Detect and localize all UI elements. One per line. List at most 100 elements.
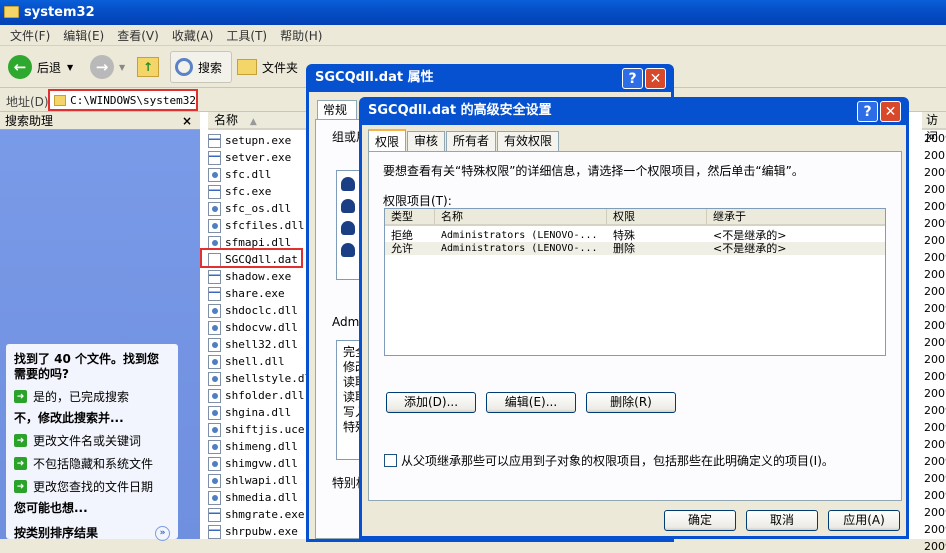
file-row[interactable]: shell32.dll <box>208 336 298 353</box>
tab-permissions[interactable]: 权限 <box>368 129 407 151</box>
permission-entries-list[interactable]: 类型 名称 权限 继承于 拒绝 Administrators (LENOVO-.… <box>384 208 886 356</box>
properties-title: SGCQdll.dat 属性 <box>315 70 434 85</box>
date-cell: 2009 <box>924 438 946 451</box>
file-name: shmedia.dll <box>225 491 298 504</box>
file-row[interactable]: shmedia.dll <box>208 489 298 506</box>
explorer-title-bar: system32 <box>0 0 946 25</box>
menu-help[interactable]: 帮助(H) <box>280 27 322 44</box>
file-row[interactable]: sfc_os.dll <box>208 200 291 217</box>
apply-button[interactable]: 应用(A) <box>828 510 900 531</box>
menu-bar: 文件(F) 编辑(E) 查看(V) 收藏(A) 工具(T) 帮助(H) <box>0 25 946 46</box>
option-change-name[interactable]: ➜ 更改文件名或关键词 <box>14 432 170 449</box>
file-name: shrpubw.exe <box>225 525 298 538</box>
inherit-checkbox[interactable] <box>384 454 397 467</box>
exe-file-icon <box>208 286 221 301</box>
menu-view[interactable]: 查看(V) <box>117 27 159 44</box>
dll-file-icon <box>208 337 221 352</box>
maybe-heading: 您可能也想... <box>14 501 88 515</box>
help-icon[interactable]: ? <box>857 101 878 122</box>
permission-row[interactable]: 拒绝 Administrators (LENOVO-... 特殊 <不是继承的> <box>385 229 885 242</box>
close-icon[interactable]: × <box>182 112 192 130</box>
file-row[interactable]: shiftjis.uce <box>208 421 304 438</box>
file-row[interactable]: shlwapi.dll <box>208 472 298 489</box>
option-change-date[interactable]: ➜ 更改您查找的文件日期 <box>14 478 170 495</box>
file-name: shmgrate.exe <box>225 508 305 521</box>
menu-tools[interactable]: 工具(T) <box>226 27 267 44</box>
dll-file-icon <box>208 167 221 182</box>
file-row[interactable]: sfc.exe <box>208 183 271 200</box>
file-name: shell.dll <box>225 355 285 368</box>
up-folder-button[interactable]: ↑ <box>137 51 159 83</box>
dll-file-icon <box>208 473 221 488</box>
date-cell: 2009 <box>924 523 946 536</box>
entries-label: 权限项目(T): <box>383 194 452 208</box>
file-row[interactable]: shdocvw.dll <box>208 319 298 336</box>
file-row[interactable]: setupn.exe <box>208 132 291 149</box>
file-row[interactable]: sfcfiles.dll <box>208 217 304 234</box>
option-exclude-hidden[interactable]: ➜ 不包括隐藏和系统文件 <box>14 455 170 472</box>
file-row[interactable]: setver.exe <box>208 149 291 166</box>
cell-name: Administrators (LENOVO-... <box>441 243 598 254</box>
menu-edit[interactable]: 编辑(E) <box>63 27 104 44</box>
file-row[interactable]: shimgvw.dll <box>208 455 298 472</box>
column-header-access[interactable]: 访问 <box>922 112 946 144</box>
tab-general[interactable]: 常规 <box>317 100 357 120</box>
file-row[interactable]: shadow.exe <box>208 268 291 285</box>
remove-button[interactable]: 删除(R) <box>586 392 676 413</box>
tab-auditing[interactable]: 审核 <box>407 131 446 151</box>
file-row[interactable]: shrpubw.exe <box>208 523 298 540</box>
info-text: 要想查看有关“特殊权限”的详细信息，请选择一个权限项目，然后单击“编辑”。 <box>383 164 804 178</box>
file-row[interactable]: shgina.dll <box>208 404 291 421</box>
permission-row[interactable]: 允许 Administrators (LENOVO-... 删除 <不是继承的> <box>385 242 885 255</box>
menu-favorites[interactable]: 收藏(A) <box>172 27 214 44</box>
folders-icon <box>237 59 257 75</box>
column-header-permission[interactable]: 权限 <box>607 209 707 224</box>
date-cell: 2007 <box>924 183 946 196</box>
back-button[interactable]: ← 后退 ▼ <box>8 51 73 83</box>
date-cell: 2009 <box>924 319 946 332</box>
column-header-type[interactable]: 类型 <box>385 209 435 224</box>
menu-file[interactable]: 文件(F) <box>10 27 50 44</box>
cell-permission: 删除 <box>613 242 635 255</box>
chevron-down-icon[interactable]: ▼ <box>119 63 125 72</box>
cancel-button[interactable]: 取消 <box>746 510 818 531</box>
column-header-name[interactable]: 名称 <box>435 209 607 224</box>
file-row[interactable]: shdoclc.dll <box>208 302 298 319</box>
tab-owner[interactable]: 所有者 <box>446 131 497 151</box>
add-button[interactable]: 添加(D)... <box>386 392 476 413</box>
address-input[interactable]: C:\WINDOWS\system32 <box>48 89 198 111</box>
forward-arrow-icon: → <box>90 55 114 79</box>
help-icon[interactable]: ? <box>622 68 643 89</box>
yes-done-link[interactable]: ➜ 是的，已完成搜索 <box>14 388 170 405</box>
edit-button[interactable]: 编辑(E)... <box>486 392 576 413</box>
refine-heading: 不，修改此搜索并... <box>14 411 124 425</box>
file-row[interactable]: shell.dll <box>208 353 285 370</box>
column-header-name[interactable]: 名称 ▲ <box>208 112 313 130</box>
file-row[interactable]: share.exe <box>208 285 285 302</box>
date-cell: 2009 <box>924 251 946 264</box>
search-button[interactable]: 搜索 <box>170 51 232 83</box>
forward-button[interactable]: → ▼ <box>90 51 125 83</box>
file-name: sfcfiles.dll <box>225 219 305 232</box>
close-icon[interactable]: ✕ <box>880 101 901 122</box>
folder-icon <box>4 6 19 18</box>
tab-effective-permissions[interactable]: 有效权限 <box>497 131 560 151</box>
file-name: sfc.dll <box>225 168 272 181</box>
inherit-checkbox-row[interactable]: 从父项继承那些可以应用到子对象的权限项目，包括那些在此明确定义的项目(I)。 <box>384 452 834 469</box>
file-row[interactable]: shellstyle.dll <box>208 370 318 387</box>
date-cell: 2009 <box>924 200 946 213</box>
dll-file-icon <box>208 439 221 454</box>
file-row[interactable]: sfc.dll <box>208 166 271 183</box>
file-row[interactable]: shimeng.dll <box>208 438 298 455</box>
found-text: 找到了 40 个文件。找到您需要的吗? <box>14 352 160 381</box>
yes-done-label: 是的，已完成搜索 <box>33 390 130 404</box>
search-result-panel: 找到了 40 个文件。找到您需要的吗? ➜ 是的，已完成搜索 不，修改此搜索并.… <box>6 344 178 541</box>
cell-name: Administrators (LENOVO-... <box>441 230 598 241</box>
chevron-down-icon[interactable]: ▼ <box>67 63 73 72</box>
ok-button[interactable]: 确定 <box>664 510 736 531</box>
column-header-inherited-from[interactable]: 继承于 <box>707 209 885 224</box>
file-row[interactable]: shmgrate.exe <box>208 506 304 523</box>
close-icon[interactable]: ✕ <box>645 68 666 89</box>
file-row[interactable]: shfolder.dll <box>208 387 304 404</box>
folders-button[interactable]: 文件夹 <box>237 51 298 83</box>
